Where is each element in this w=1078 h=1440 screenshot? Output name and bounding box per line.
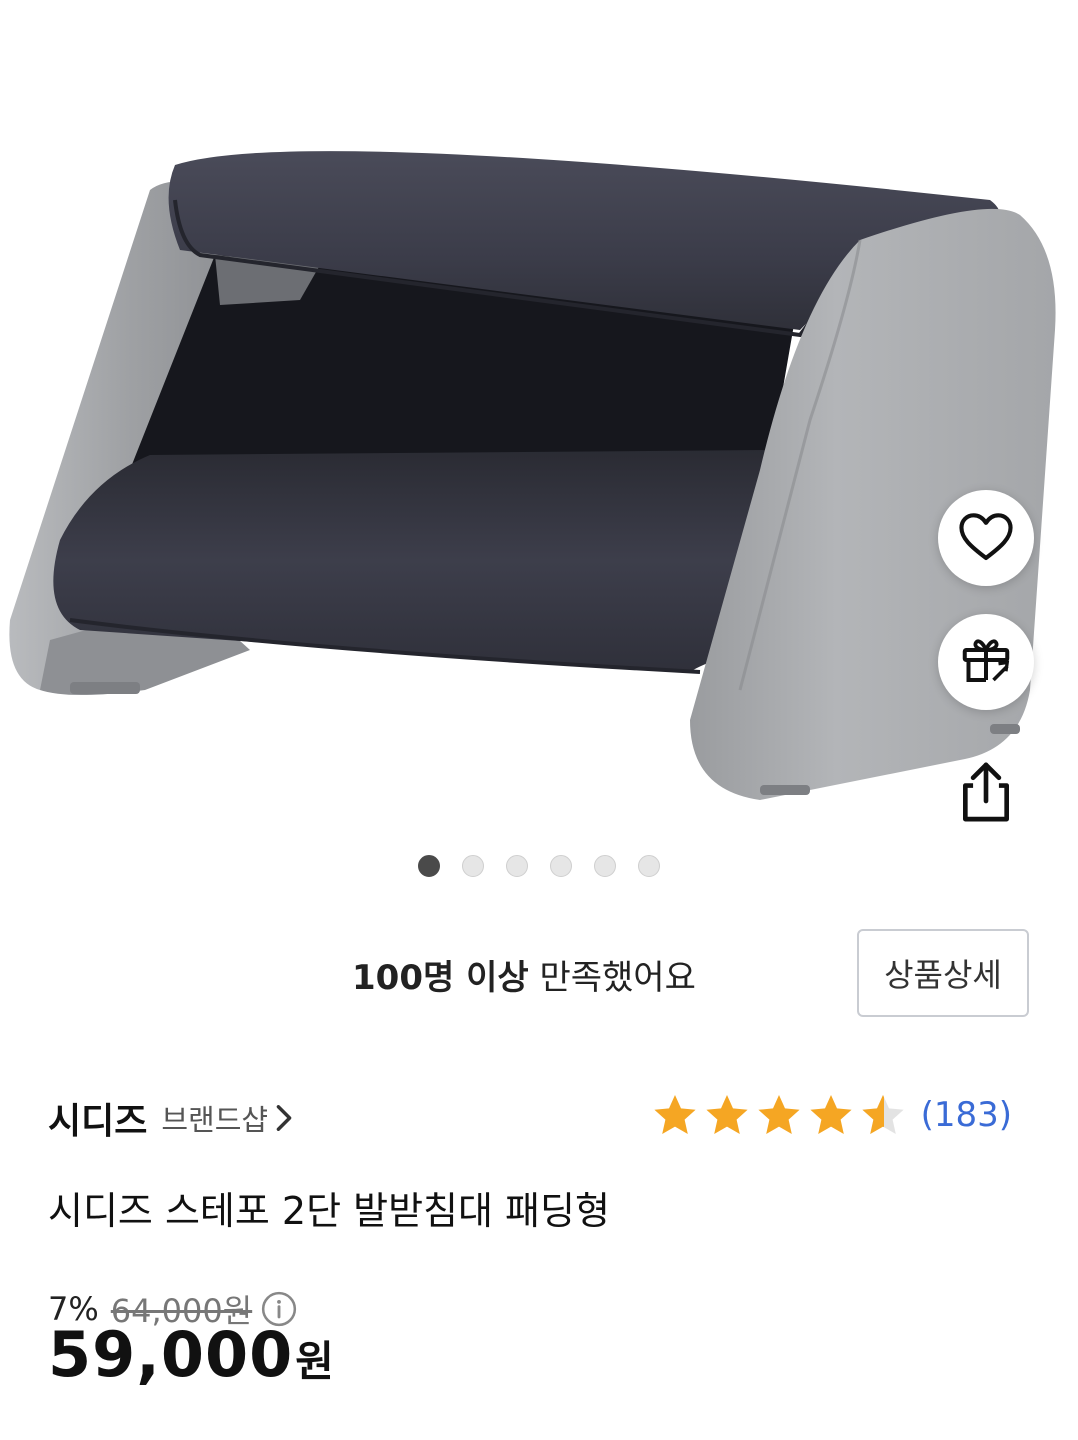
product-title: 시디즈 스테포 2단 발받침대 패딩형 — [48, 1189, 610, 1233]
star-rating — [651, 1092, 907, 1138]
product-image[interactable] — [0, 0, 1078, 840]
gift-button[interactable] — [938, 614, 1034, 710]
gallery-dot-1[interactable] — [418, 855, 440, 877]
star-icon — [757, 1095, 800, 1134]
rating-summary[interactable]: (183) — [651, 1092, 1012, 1138]
share-button[interactable] — [954, 758, 1018, 830]
gallery-dot-6[interactable] — [638, 855, 660, 877]
gallery-dot-4[interactable] — [550, 855, 572, 877]
share-icon — [955, 757, 1017, 831]
star-icon — [705, 1095, 748, 1134]
brand-shop-link[interactable]: 브랜드샵 — [161, 1097, 268, 1139]
star-half-icon — [861, 1095, 904, 1134]
wishlist-button[interactable] — [938, 490, 1034, 586]
brand-row: 시디즈 브랜드샵 — [48, 1092, 294, 1144]
star-icon — [653, 1095, 696, 1134]
satisfaction-banner: 100명 이상 만족했어요 — [352, 950, 696, 999]
gallery-dot-5[interactable] — [594, 855, 616, 877]
current-price-currency: 원 — [295, 1337, 334, 1386]
gallery-dot-2[interactable] — [462, 855, 484, 877]
review-count[interactable]: (183) — [921, 1095, 1012, 1135]
brand-name[interactable]: 시디즈 — [48, 1092, 147, 1144]
gallery-pagination — [0, 855, 1078, 877]
current-price: 59,000 원 — [48, 1318, 334, 1391]
current-price-value: 59,000 — [48, 1318, 294, 1391]
product-detail-button[interactable]: 상품상세 — [857, 929, 1029, 1017]
footrest-illustration — [9, 151, 1056, 800]
heart-icon — [955, 505, 1017, 571]
chevron-right-icon[interactable] — [274, 1103, 294, 1133]
star-icon — [809, 1095, 852, 1134]
satisfaction-text: 만족했어요 — [539, 958, 696, 998]
satisfaction-count: 100명 이상 — [352, 958, 529, 998]
gift-icon — [956, 630, 1016, 694]
gallery-dot-3[interactable] — [506, 855, 528, 877]
